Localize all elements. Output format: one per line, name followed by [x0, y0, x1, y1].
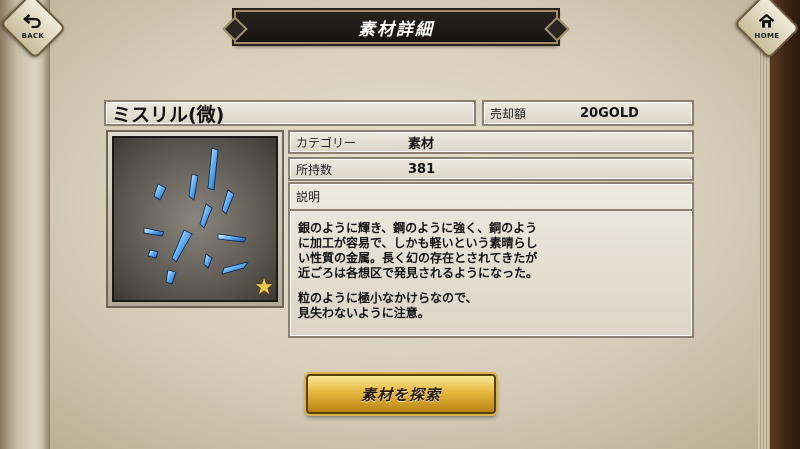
- title-plate: 素材詳細: [234, 10, 558, 44]
- description-text: 銀のように輝き、鋼のように強く、銅のよう に加工が容易で、しかも軽いという素晴ら…: [290, 211, 692, 321]
- search-material-label: 素材を探索: [360, 385, 441, 404]
- rarity-star-icon: ★: [254, 275, 274, 300]
- description-line: 見失わないように注意。: [298, 306, 430, 320]
- search-material-button[interactable]: 素材を探索: [306, 374, 496, 414]
- category-label: カテゴリー: [296, 135, 357, 150]
- home-icon: [759, 12, 775, 31]
- description-line: い性質の金属。長く幻の存在とされてきたが: [298, 251, 538, 265]
- back-label: BACK: [21, 31, 45, 40]
- description-box: 説明 銀のように輝き、鋼のように強く、銅のよう に加工が容易で、しかも軽いという…: [288, 182, 694, 338]
- book-spine-left: [0, 0, 50, 449]
- owned-count-row: 所持数 381: [288, 157, 694, 181]
- book-spine-right: [770, 0, 800, 449]
- description-line: に加工が容易で、しかも軽いという素晴らし: [298, 236, 538, 250]
- description-line: 近ごろは各想区で発見されるようになった。: [298, 266, 539, 280]
- item-image-frame: ★: [106, 130, 284, 308]
- description-line: 銀のように輝き、鋼のように強く、銅のよう: [298, 221, 538, 235]
- description-label: 説明: [290, 184, 692, 211]
- item-name: ミスリル(微): [112, 103, 225, 126]
- page-title: 素材詳細: [358, 19, 434, 40]
- sell-price-label: 売却額: [490, 106, 527, 121]
- category-value: 素材: [408, 136, 435, 152]
- owned-count-label: 所持数: [296, 162, 333, 177]
- item-name-box: ミスリル(微): [104, 100, 476, 126]
- description-line: 粒のように極小なかけらなので、: [298, 291, 478, 305]
- back-arrow-icon: [23, 12, 42, 31]
- owned-count-value: 381: [408, 161, 436, 177]
- home-label: HOME: [754, 31, 780, 40]
- sell-price-value: 20GOLD: [580, 105, 639, 121]
- category-row: カテゴリー 素材: [288, 130, 694, 154]
- mithril-shards-image: ★: [112, 136, 278, 302]
- sell-price-row: 売却額 20GOLD: [482, 100, 694, 126]
